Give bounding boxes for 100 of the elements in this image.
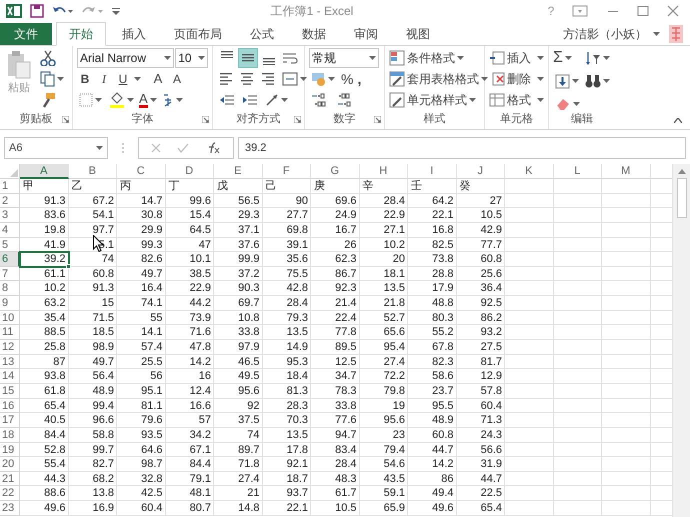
empty-cell[interactable] [602,281,650,296]
empty-cell[interactable] [505,354,554,370]
fill-handle[interactable] [66,264,70,269]
font-size-field[interactable]: 10 [175,48,208,68]
row-header[interactable]: 4 [0,222,20,238]
empty-cell[interactable] [602,428,650,443]
table-cell[interactable]: 60.8 [456,252,505,267]
empty-cell[interactable] [505,325,554,340]
table-cell[interactable]: 86.2 [456,310,505,326]
column-header[interactable]: L [554,164,602,179]
table-cell[interactable]: 92 [214,398,262,414]
table-cell[interactable]: 27 [456,194,505,208]
table-cell[interactable]: 99.4 [68,398,117,414]
table-cell[interactable]: 86.7 [311,266,360,282]
collapse-ribbon-icon[interactable] [674,118,682,123]
table-cell[interactable]: 59.1 [360,486,408,502]
table-cell[interactable]: 84.4 [20,428,68,443]
table-cell[interactable]: 58.8 [68,428,117,443]
table-cell[interactable]: 58.6 [408,369,456,384]
empty-cell[interactable] [554,354,602,370]
empty-cell[interactable] [505,486,554,502]
table-cell[interactable]: 10.2 [360,238,408,252]
empty-cell[interactable] [602,413,650,428]
format-button[interactable]: 格式 [489,90,544,110]
table-cell[interactable]: 65.6 [360,325,408,340]
empty-cell[interactable] [505,238,554,252]
empty-cell[interactable] [602,252,650,267]
table-cell[interactable]: 39.1 [262,238,311,252]
table-cell[interactable]: 52.7 [360,310,408,326]
empty-cell[interactable] [602,296,650,311]
table-cell[interactable]: 25.5 [117,354,166,370]
table-cell[interactable]: 67.8 [408,340,456,355]
empty-cell[interactable] [602,222,650,238]
table-cell[interactable]: 65.9 [360,501,408,516]
empty-cell[interactable] [505,222,554,238]
empty-cell[interactable] [505,428,554,443]
column-header[interactable]: E [214,164,262,179]
table-cell[interactable]: 27.7 [262,208,311,223]
empty-cell[interactable] [554,325,602,340]
table-cell[interactable]: 65.4 [456,501,505,516]
table-cell[interactable]: 35.6 [262,252,311,267]
row-header[interactable]: 13 [0,354,20,370]
empty-cell[interactable] [505,398,554,414]
underline-button[interactable]: U [115,70,131,88]
table-cell[interactable]: 44.3 [20,472,68,486]
empty-cell[interactable] [505,179,554,194]
table-cell[interactable]: 60.4 [117,501,166,516]
table-cell[interactable]: 己 [262,179,311,194]
empty-cell[interactable] [602,472,650,486]
table-cell[interactable]: 18.7 [262,472,311,486]
table-cell[interactable]: 16.9 [68,501,117,516]
empty-cell[interactable] [554,310,602,326]
empty-cell[interactable] [505,208,554,223]
row-header[interactable]: 12 [0,340,20,355]
column-header[interactable]: M [602,164,650,179]
table-cell[interactable]: 35.4 [20,310,68,326]
table-cell[interactable]: 14.9 [262,340,311,355]
table-cell[interactable]: 70.3 [262,413,311,428]
table-cell[interactable]: 60.8 [408,428,456,443]
table-cell[interactable]: 81.7 [456,354,505,370]
table-cell[interactable]: 57.4 [117,340,166,355]
row-header[interactable]: 16 [0,398,20,414]
table-cell[interactable]: 47 [166,238,214,252]
column-header[interactable]: H [360,164,408,179]
table-cell[interactable]: 27.4 [360,354,408,370]
row-header[interactable]: 20 [0,457,20,472]
table-cell[interactable]: 99.9 [214,252,262,267]
table-cell[interactable]: 23 [360,428,408,443]
table-cell[interactable]: 16.7 [311,222,360,238]
table-cell[interactable]: 16 [166,369,214,384]
table-cell[interactable]: 56.6 [456,442,505,458]
empty-cell[interactable] [602,340,650,355]
table-cell[interactable]: 56 [117,369,166,384]
table-cell[interactable]: 42.9 [456,222,505,238]
table-cell[interactable]: 22.4 [311,310,360,326]
format-as-table-button[interactable]: 套用表格格式 [389,69,488,89]
table-cell[interactable]: 25.8 [20,340,68,355]
empty-cell[interactable] [505,310,554,326]
table-cell[interactable]: 37.1 [214,222,262,238]
table-cell[interactable]: 10.8 [214,310,262,326]
table-cell[interactable]: 95.3 [262,354,311,370]
account-menu[interactable]: 方洁影（小妖） [563,23,668,45]
table-cell[interactable]: 22.1 [408,208,456,223]
conditional-formatting-button[interactable]: 条件格式 [389,48,488,68]
table-cell[interactable]: 99.3 [117,238,166,252]
table-cell[interactable]: 98.7 [117,457,166,472]
table-cell[interactable]: 12.5 [311,354,360,370]
table-cell[interactable]: 69.7 [214,296,262,311]
dialog-launcher-icon[interactable] [374,116,381,123]
empty-cell[interactable] [602,384,650,399]
table-cell[interactable]: 14.8 [214,501,262,516]
table-cell[interactable]: 22.9 [360,208,408,223]
table-cell[interactable]: 57.8 [456,384,505,399]
table-cell[interactable]: 63.2 [20,296,68,311]
table-cell[interactable]: 83.4 [311,442,360,458]
row-header[interactable]: 21 [0,472,20,486]
empty-cell[interactable] [554,384,602,399]
column-header[interactable]: K [505,164,554,179]
enter-icon[interactable] [177,143,189,153]
table-cell[interactable]: 74.1 [117,296,166,311]
